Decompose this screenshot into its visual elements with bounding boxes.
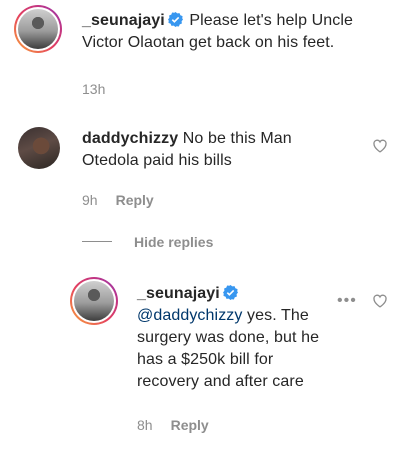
avatar-seunajayi-reply[interactable] bbox=[70, 277, 118, 325]
heart-icon[interactable] bbox=[372, 293, 388, 308]
comment-2-text-line-1: No be this Man bbox=[182, 130, 292, 147]
comment-1-time[interactable]: 13h bbox=[82, 81, 105, 97]
hide-replies-button[interactable]: Hide replies bbox=[134, 233, 213, 251]
comment-2-time[interactable]: 9h bbox=[82, 192, 98, 208]
reply-time[interactable]: 8h bbox=[137, 417, 153, 433]
heart-icon[interactable] bbox=[372, 138, 388, 153]
hide-replies-divider bbox=[82, 241, 112, 242]
avatar-seunajayi[interactable] bbox=[14, 5, 62, 53]
reply-body: _seunajayi @daddychizzy yes. The surgery… bbox=[137, 283, 347, 393]
comment-2-text-line-2: Otedola paid his bills bbox=[82, 152, 232, 169]
avatar-daddychizzy[interactable] bbox=[18, 127, 60, 169]
comment-2-meta: 9h Reply bbox=[82, 191, 154, 209]
reply-text-line-3: has a $250k bill for bbox=[137, 351, 274, 368]
comment-1-text-line-2: Victor Olaotan get back on his feet. bbox=[82, 34, 335, 51]
reply-mention-link[interactable]: @daddychizzy bbox=[137, 307, 243, 324]
reply-meta: 8h Reply bbox=[137, 416, 209, 434]
reply-username[interactable]: _seunajayi bbox=[137, 285, 220, 302]
reply-text-line-1: yes. The bbox=[247, 307, 309, 324]
verified-badge-icon bbox=[167, 12, 183, 27]
comment-1-username[interactable]: _seunajayi bbox=[82, 12, 165, 29]
comment-2-body: daddychizzy No be this Man Otedola paid … bbox=[82, 128, 372, 172]
comment-1-text-line-1: Please let's help Uncle bbox=[189, 12, 354, 29]
reply-text-line-2: surgery was done, but he bbox=[137, 329, 320, 346]
comment-1-body: _seunajayi Please let's help Uncle Victo… bbox=[82, 10, 402, 54]
verified-badge-icon bbox=[222, 285, 238, 300]
reply-text-line-4: recovery and after care bbox=[137, 373, 304, 390]
more-options-icon[interactable]: ••• bbox=[337, 293, 357, 309]
comment-2-username[interactable]: daddychizzy bbox=[82, 130, 178, 147]
comment-2-reply-button[interactable]: Reply bbox=[116, 192, 154, 208]
reply-reply-button[interactable]: Reply bbox=[171, 417, 209, 433]
comment-1-meta: 13h bbox=[82, 80, 105, 98]
